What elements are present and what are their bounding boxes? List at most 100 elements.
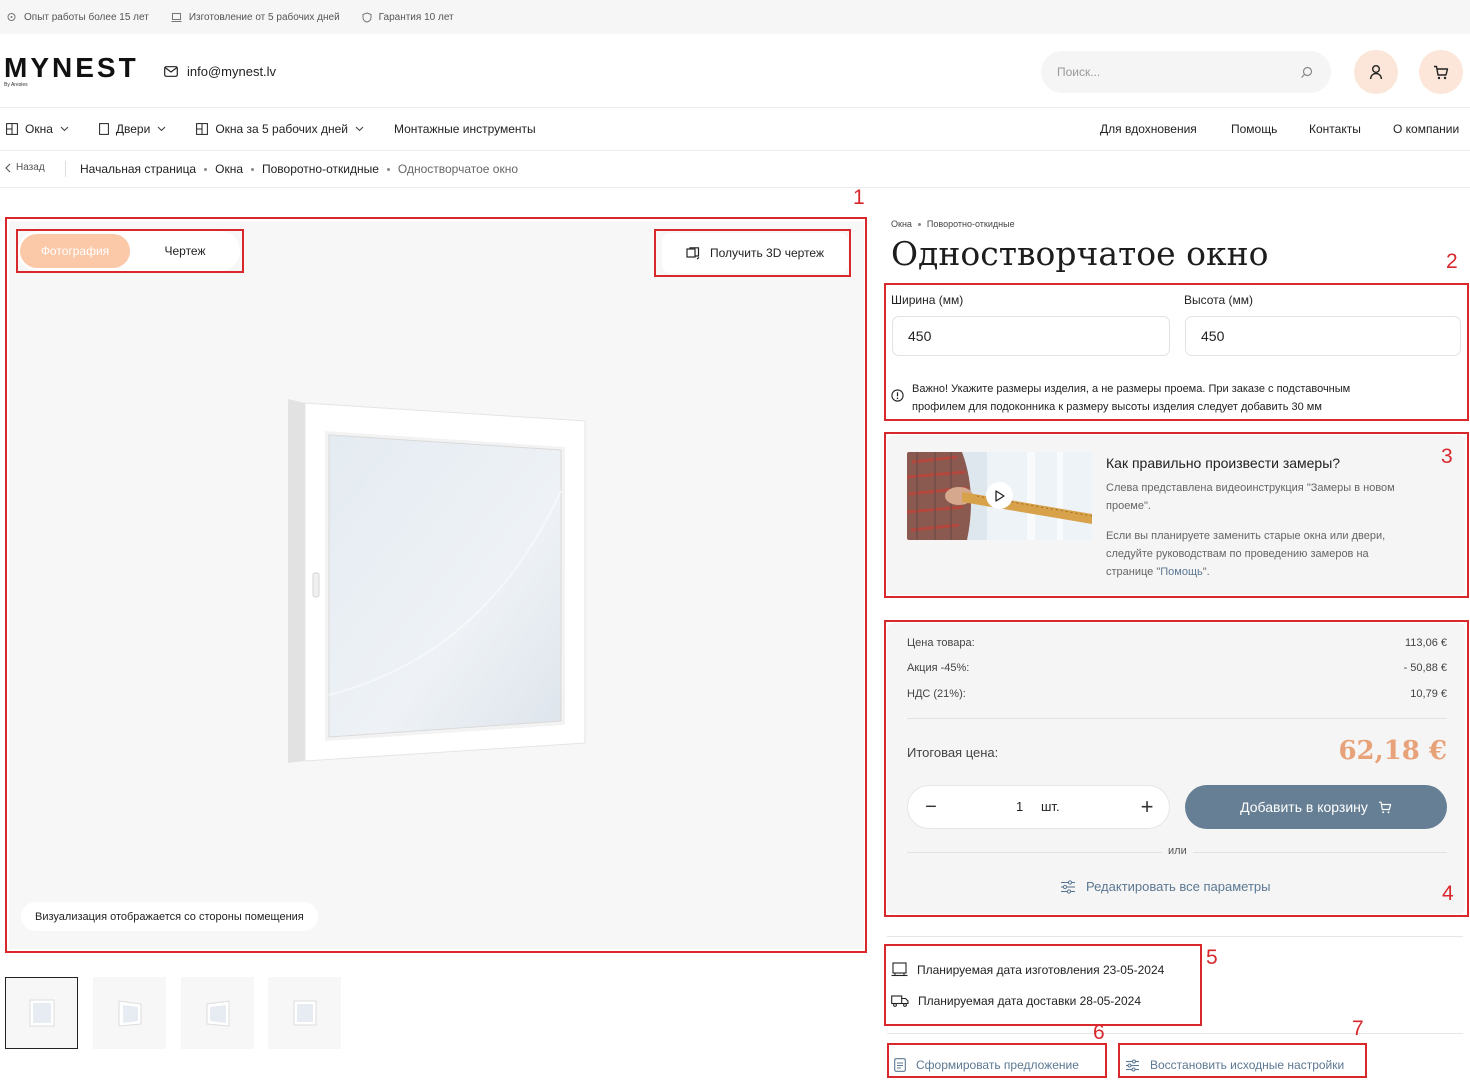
help-page-link[interactable]: Помощь [1160, 566, 1203, 578]
annotation-number-1: 1 [853, 186, 865, 209]
annotation-number-6: 6 [1093, 1021, 1105, 1044]
price-card [887, 623, 1465, 914]
badge-icon [6, 12, 17, 22]
window-icon [196, 123, 209, 135]
product-breadcrumb: Окна Поворотно-откидные [891, 219, 1015, 229]
annotation-number-3: 3 [1441, 445, 1453, 468]
nav-inspiration[interactable]: Для вдохновения [1100, 122, 1197, 136]
nav-doors[interactable]: Двери [98, 122, 166, 136]
measurement-help-text: Слева представлена видеоинструкция "Заме… [1106, 479, 1451, 581]
promo-label: Акция -45%: [907, 662, 970, 674]
nav-doors-label: Двери [115, 122, 151, 136]
product-title: Одностворчатое окно [891, 234, 1269, 273]
email-text: info@mynest.lv [187, 64, 277, 79]
breadcrumb-windows[interactable]: Окна [215, 162, 243, 176]
door-icon [98, 123, 109, 135]
dot [204, 167, 208, 171]
back-label: Назад [16, 162, 45, 173]
logo-subtitle: By Aresles [4, 82, 28, 88]
thumbnail-2[interactable] [93, 977, 166, 1049]
breadcrumb-divider [0, 187, 1470, 188]
window-image [285, 395, 595, 772]
cart-button[interactable] [1419, 50, 1463, 94]
play-icon [994, 489, 1005, 502]
nav-tools-label: Монтажные инструменты [393, 122, 536, 136]
logo[interactable]: MYNEST [4, 52, 139, 84]
item-price-label: Цена товара: [907, 637, 975, 649]
restore-defaults-button[interactable]: Восстановить исходные настройки [1125, 1058, 1344, 1072]
nav-fast-windows[interactable]: Окна за 5 рабочих дней [196, 122, 364, 136]
account-button[interactable] [1354, 50, 1398, 94]
email-link[interactable]: info@mynest.lv [164, 64, 276, 79]
size-warning-line1: Важно! Укажите размеры изделия, а не раз… [912, 383, 1351, 395]
thumbnail-1[interactable] [5, 977, 78, 1049]
quantity-increase-button[interactable]: + [1132, 792, 1162, 822]
get-3d-drawing-button[interactable]: Получить 3D чертеж [662, 233, 848, 273]
breadcrumb-tilt-turn[interactable]: Поворотно-откидные [262, 162, 379, 176]
cube-rotate-icon [686, 246, 700, 260]
nav-tools[interactable]: Монтажные инструменты [394, 122, 536, 136]
search-icon[interactable] [1300, 66, 1313, 79]
vat-label: НДС (21%): [907, 688, 966, 700]
create-offer-button[interactable]: Сформировать предложение [894, 1058, 1079, 1072]
promo-value: - 50,88 € [1403, 662, 1447, 674]
help-text-line5: странице "Помощь". [1106, 563, 1451, 581]
quantity-decrease-button[interactable]: − [916, 792, 946, 822]
tab-photo[interactable]: Фотография [20, 234, 130, 268]
vat-value: 10,79 € [1410, 688, 1447, 700]
back-link[interactable]: Назад [5, 162, 45, 173]
top-info-strip: Опыт работы более 15 лет Изготовление от… [0, 0, 1470, 34]
nav-contacts[interactable]: Контакты [1309, 122, 1361, 136]
delivery-date: Планируемая дата доставки 28-05-2024 [891, 994, 1141, 1008]
quantity-value[interactable]: 1 [1016, 799, 1023, 814]
add-to-cart-button[interactable]: Добавить в корзину [1185, 785, 1447, 829]
mail-icon [164, 66, 178, 77]
cart-icon [1378, 801, 1392, 814]
width-input[interactable]: 450 [892, 316, 1170, 356]
search-input[interactable]: Поиск... [1041, 51, 1331, 93]
visualization-note: Визуализация отображается со стороны пом… [21, 902, 318, 931]
thumbnail-4[interactable] [268, 977, 341, 1049]
chevron-down-icon [157, 126, 166, 132]
height-input[interactable]: 450 [1185, 316, 1461, 356]
breadcrumb-current: Одностворчатое окно [397, 162, 519, 176]
actions-divider [887, 1033, 1463, 1034]
nav-windows[interactable]: Окна [6, 122, 69, 136]
production-date-text: Планируемая дата изготовления 23-05-2024 [917, 963, 1165, 977]
help-text-post: ". [1202, 566, 1210, 578]
chevron-down-icon [355, 126, 364, 132]
get-3d-drawing-label: Получить 3D чертеж [709, 246, 824, 260]
quantity-stepper [907, 785, 1170, 829]
play-button[interactable] [986, 482, 1013, 509]
item-price-value: 113,06 € [1404, 637, 1447, 649]
nav-help[interactable]: Помощь [1231, 122, 1277, 136]
product-crumb-tilt-turn[interactable]: Поворотно-откидные [927, 219, 1015, 229]
thumbnail-3[interactable] [181, 977, 254, 1049]
restore-defaults-label: Восстановить исходные настройки [1150, 1058, 1345, 1072]
sliders-icon [1125, 1059, 1140, 1072]
production-info: Изготовление от 5 рабочих дней [171, 12, 340, 23]
annotation-number-5: 5 [1206, 946, 1218, 969]
breadcrumb-separator [65, 161, 66, 177]
size-warning-line2: профилем для подоконника к размеру высот… [912, 401, 1322, 413]
size-warning-text: Важно! Укажите размеры изделия, а не раз… [912, 380, 1350, 416]
experience-info: Опыт работы более 15 лет [6, 12, 149, 23]
nav-windows-label: Окна [25, 122, 53, 136]
quantity-unit: шт. [1041, 799, 1060, 814]
help-text-line4: следуйте руководствам по проведению заме… [1106, 548, 1369, 560]
create-offer-label: Сформировать предложение [916, 1058, 1079, 1072]
nav-fast-windows-label: Окна за 5 рабочих дней [215, 122, 348, 136]
product-crumb-windows[interactable]: Окна [891, 219, 912, 229]
breadcrumb-home[interactable]: Начальная страница [80, 162, 196, 176]
breadcrumb: Начальная страница Окна Поворотно-откидн… [80, 162, 518, 176]
measurement-help-title: Как правильно произвести замеры? [1106, 455, 1341, 471]
annotation-number-2: 2 [1446, 250, 1458, 273]
dot [917, 222, 921, 226]
tab-drawing[interactable]: Чертеж [132, 234, 238, 268]
info-circle-icon [891, 389, 904, 402]
factory-icon [171, 12, 182, 23]
production-date: Планируемая дата изготовления 23-05-2024 [891, 962, 1164, 978]
header-divider [0, 107, 1470, 108]
edit-all-params-button[interactable]: Редактировать все параметры [1060, 879, 1271, 894]
nav-about[interactable]: О компании [1393, 122, 1459, 136]
